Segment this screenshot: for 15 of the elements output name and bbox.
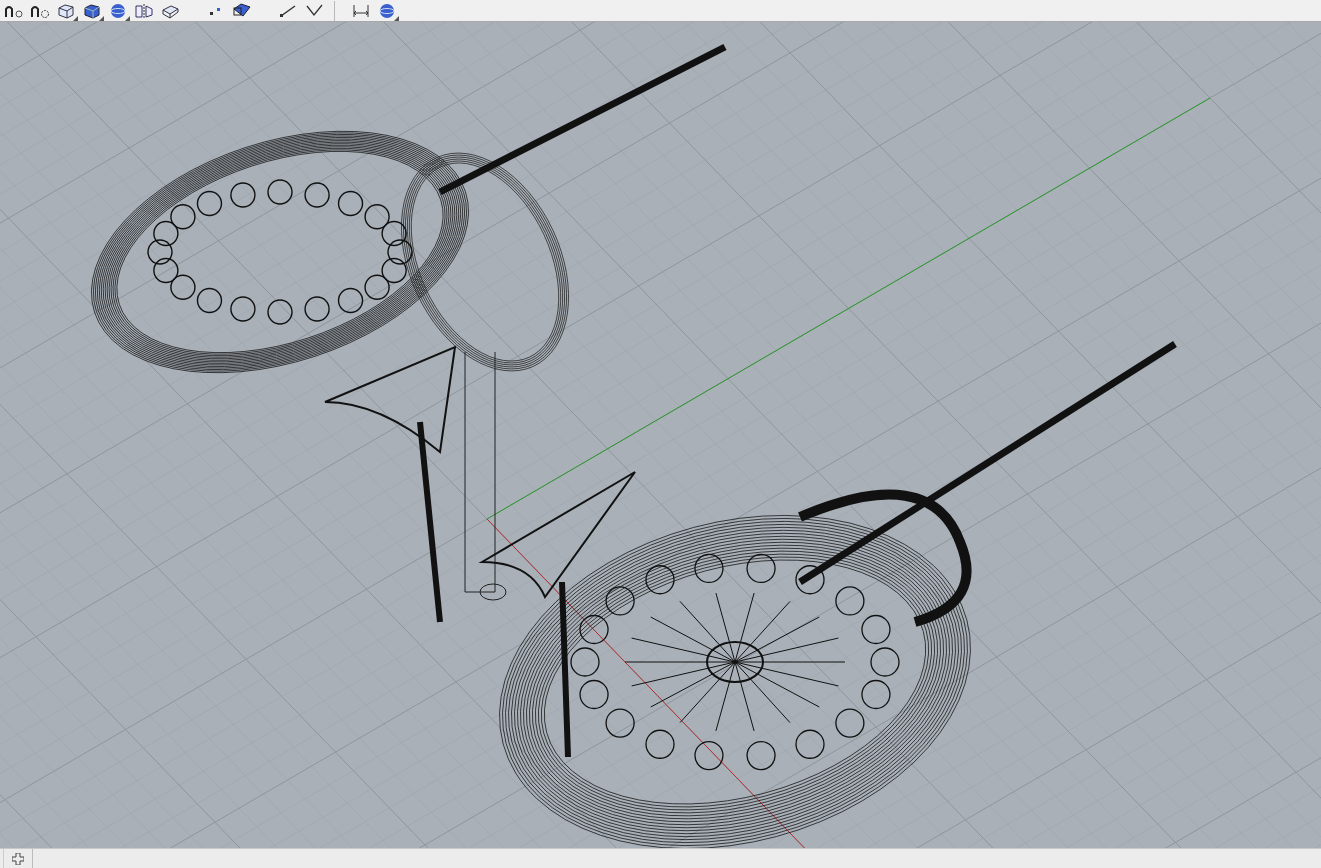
dimension-icon	[351, 2, 371, 19]
flyout-icon	[99, 15, 104, 21]
box-icon	[232, 2, 252, 19]
flyout-icon	[394, 15, 399, 21]
add-viewport-tab[interactable]	[3, 849, 33, 868]
line-icon	[278, 2, 298, 19]
sphere-icon	[108, 2, 128, 19]
mirror-icon	[134, 2, 154, 19]
box-icon	[82, 2, 102, 19]
perspective-viewport[interactable]	[0, 22, 1321, 848]
box-icon	[56, 2, 76, 19]
sphere-icon	[377, 2, 397, 19]
flyout-icon	[125, 15, 130, 21]
plus-icon	[12, 852, 24, 865]
flyout-icon	[73, 15, 78, 21]
